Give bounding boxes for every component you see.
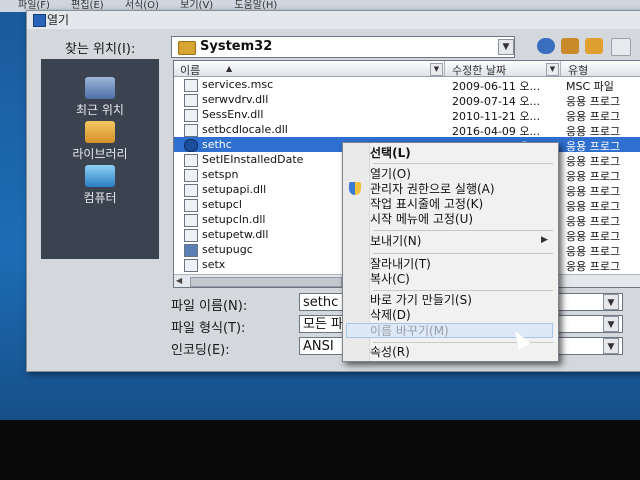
column-date-filter[interactable]: ▼ [546,63,559,76]
file-row[interactable]: serwvdrv.dll 2009-07-14 오... 응용 프로그 [174,92,640,108]
menu-separator [373,290,553,291]
filetype-label: 파일 형식(T): [171,321,246,336]
computer-app-icon [184,244,198,257]
submenu-arrow-icon: ▶ [541,235,548,245]
view-menu-icon[interactable] [611,38,631,56]
menu-item-run-as-admin[interactable]: 관리자 권한으로 실행(A) [369,182,557,197]
place-label: 컴퓨터 [83,191,117,205]
file-icon [184,184,198,197]
new-folder-icon[interactable] [585,38,603,54]
up-folder-icon[interactable] [561,38,579,54]
menu-separator [373,230,553,231]
column-divider[interactable] [444,61,445,76]
menu-item-open[interactable]: 열기(O) [369,167,557,182]
column-type[interactable]: 유형 [568,62,588,78]
filetype-dropdown-icon[interactable]: ▼ [603,316,619,332]
screen-bezel [0,420,640,480]
column-name[interactable]: 이름 [180,62,200,78]
menu-item-create-shortcut[interactable]: 바로 가기 만들기(S) [369,293,557,308]
place-recent[interactable]: 최근 위치 [41,77,159,118]
place-label: 라이브러리 [72,147,128,161]
menu-item-send-to[interactable]: 보내기(N) [369,234,557,249]
column-divider[interactable] [560,61,561,76]
computer-icon [85,165,115,187]
filename-dropdown-icon[interactable]: ▼ [603,294,619,310]
file-icon [184,229,198,242]
notepad-icon [33,14,46,27]
menu-separator [373,163,553,164]
encoding-label: 인코딩(E): [171,343,230,358]
scroll-left-icon[interactable]: ◀ [176,276,186,286]
file-icon [184,124,198,137]
file-icon [184,259,198,272]
file-icon [184,79,198,92]
menu-item-pin-taskbar[interactable]: 작업 표시줄에 고정(K) [369,197,557,212]
menu-item-delete[interactable]: 삭제(D) [369,308,557,323]
menu-item-pin-start[interactable]: 시작 메뉴에 고정(U) [369,212,557,227]
column-date[interactable]: 수정한 날짜 [452,62,506,78]
filename-label: 파일 이름(N): [171,299,248,314]
encoding-dropdown-icon[interactable]: ▼ [603,338,619,354]
file-icon [184,94,198,107]
look-in-dropdown[interactable]: System32 ▼ [171,36,515,58]
column-name-filter[interactable]: ▼ [430,63,443,76]
back-icon[interactable] [537,38,555,54]
recent-places-icon [85,77,115,99]
menu-item-copy[interactable]: 복사(C) [369,272,557,287]
sort-up-icon: ▲ [226,64,233,73]
libraries-icon [85,121,115,143]
menu-item-select[interactable]: 선택(L) [369,146,557,161]
place-computer[interactable]: 컴퓨터 [41,165,159,206]
place-libraries[interactable]: 라이브러리 [41,121,159,162]
context-menu: 선택(L) 열기(O) 관리자 권한으로 실행(A) 작업 표시줄에 고정(K)… [342,142,559,362]
file-row[interactable]: services.msc 2009-06-11 오... MSC 파일 [174,77,640,93]
dialog-title: 열기 [47,13,70,27]
file-icon [184,169,198,182]
menu-separator [373,253,553,254]
place-label: 최근 위치 [76,103,124,117]
column-header: 이름 ▲ ▼ 수정한 날짜 ▼ 유형 [174,61,640,77]
menu-item-cut[interactable]: 잘라내기(T) [369,257,557,272]
look-in-value: System32 [200,39,273,54]
file-icon [184,214,198,227]
file-row[interactable]: setbcdlocale.dll 2016-04-09 오... 응용 프로그 [174,122,640,138]
places-bar: 최근 위치 라이브러리 컴퓨터 [41,59,159,259]
folder-icon [178,41,196,55]
file-icon [184,109,198,122]
uac-shield-icon [349,182,361,195]
file-row[interactable]: SessEnv.dll 2010-11-21 오... 응용 프로그 [174,107,640,123]
file-icon [184,199,198,212]
sethc-app-icon [184,139,198,152]
menu-item-properties[interactable]: 속성(R) [369,345,557,360]
file-icon [184,154,198,167]
chevron-down-icon[interactable]: ▼ [498,39,514,55]
dialog-titlebar: 열기 [27,11,640,29]
look-in-label: 찾는 위치(I): [65,42,136,57]
scrollbar-thumb[interactable] [190,277,342,287]
